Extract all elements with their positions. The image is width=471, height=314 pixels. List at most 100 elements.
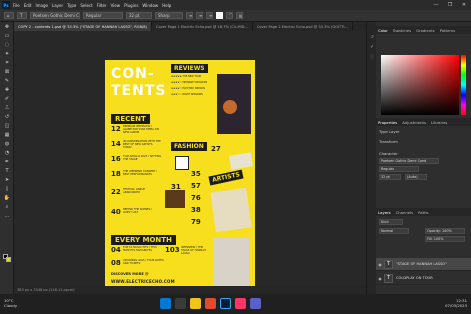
background-color[interactable] xyxy=(6,257,11,262)
more-tools-icon[interactable]: … xyxy=(0,211,14,220)
anti-alias-select[interactable]: Sharp xyxy=(155,12,183,19)
dodge-tool-icon[interactable]: ◔ xyxy=(0,148,14,157)
character-section[interactable]: Character xyxy=(379,151,398,156)
align-left-icon[interactable]: ≡ xyxy=(186,12,193,19)
tab-cover-page-2[interactable]: Cover Page 2 Electric Echo.psd @ 33.3% (… xyxy=(253,22,353,31)
character-font-select[interactable]: Poetsen Gothic Demi Cond xyxy=(379,158,439,164)
hue-slider[interactable] xyxy=(461,55,466,115)
tab-paths[interactable]: Paths xyxy=(418,210,428,215)
menu-plugins[interactable]: Plugins xyxy=(124,3,138,8)
blur-tool-icon[interactable]: ◍ xyxy=(0,139,14,148)
fill-input[interactable]: Fill: 100% xyxy=(425,236,465,242)
document-canvas[interactable]: CON- TENTS REVIEWS ★★★★★ THE NEW TOUR ★★… xyxy=(105,60,255,294)
pen-tool-icon[interactable]: ✒ xyxy=(0,157,14,166)
color-swatches[interactable] xyxy=(3,254,11,262)
system-tray[interactable]: 12:31 07/03/2023 xyxy=(445,298,467,308)
magic-wand-tool-icon[interactable]: ✦ xyxy=(0,49,14,58)
tab-properties[interactable]: Properties xyxy=(378,120,397,125)
type-tool-icon[interactable]: T xyxy=(17,12,27,19)
photoshop-taskbar-icon[interactable] xyxy=(220,298,231,309)
font-style-select[interactable]: Regular xyxy=(83,12,123,19)
menu-view[interactable]: View xyxy=(111,3,121,8)
marquee-tool-icon[interactable]: ▭ xyxy=(0,31,14,40)
history-icon[interactable]: ↺ xyxy=(369,34,375,40)
font-family-select[interactable]: Poetsen Gothic Demi C... xyxy=(30,12,80,19)
file-explorer-icon[interactable] xyxy=(190,298,201,309)
character-leading-input[interactable]: (Auto) xyxy=(405,174,427,180)
rectangle-tool-icon[interactable]: ▯ xyxy=(0,184,14,193)
hand-tool-icon[interactable]: ✋ xyxy=(0,193,14,202)
layer-name: "STAGE OF HANNAH LASSO" xyxy=(396,262,447,266)
menu-edit[interactable]: Edit xyxy=(24,3,32,8)
taskbar-apps xyxy=(160,298,265,309)
menu-type[interactable]: Type xyxy=(67,3,76,8)
tab-libraries[interactable]: Libraries xyxy=(431,120,447,125)
blend-mode-select[interactable]: Normal xyxy=(379,228,409,234)
move-tool-icon[interactable]: ✥ xyxy=(0,22,14,31)
color-picker-field[interactable] xyxy=(381,55,459,115)
transform-section[interactable]: Transform xyxy=(379,139,398,144)
brush-tool-icon[interactable]: ✐ xyxy=(0,94,14,103)
weather-widget[interactable]: 10°C Cloudy xyxy=(4,298,17,308)
zoom-tool-icon[interactable]: ⌕ xyxy=(0,202,14,211)
eye-icon[interactable]: ◉ xyxy=(376,262,384,267)
tab-swatches[interactable]: Swatches xyxy=(393,28,411,33)
chrome-icon[interactable] xyxy=(205,298,216,309)
entry-number: 22 xyxy=(111,188,121,196)
opacity-input[interactable]: Opacity: 100% xyxy=(425,228,465,234)
menu-select[interactable]: Select xyxy=(80,3,92,8)
tab-contents-doc[interactable]: COPY 2 - contents 1.psd @ 33.3% ("STAGE … xyxy=(14,22,152,31)
character-size-input[interactable]: 32 pt xyxy=(379,174,401,180)
path-selection-tool-icon[interactable]: ➤ xyxy=(0,175,14,184)
menu-layer[interactable]: Layer xyxy=(52,3,63,8)
maximize-button[interactable]: ❐ xyxy=(443,0,457,10)
indesign-taskbar-icon[interactable] xyxy=(235,298,246,309)
panel-icon-column: ↺ ✐ ⓘ xyxy=(367,22,376,294)
start-icon[interactable] xyxy=(160,298,171,309)
layer-row[interactable]: ◉ T "STAGE OF HANNAH LASSO" xyxy=(376,258,471,271)
tab-cover-page-1[interactable]: Cover Page 1 Electric Echo.psd @ 16.7% (… xyxy=(152,22,253,31)
character-panel-icon[interactable]: ▤ xyxy=(236,12,243,19)
close-button[interactable]: ✕ xyxy=(457,0,471,10)
eraser-tool-icon[interactable]: ◫ xyxy=(0,121,14,130)
menu-file[interactable]: File xyxy=(13,3,20,8)
warp-text-icon[interactable]: ⌒ xyxy=(226,12,233,19)
canvas-area[interactable]: CON- TENTS REVIEWS ★★★★★ THE NEW TOUR ★★… xyxy=(14,31,366,294)
brush-settings-icon[interactable]: ✐ xyxy=(369,44,375,50)
clone-stamp-tool-icon[interactable]: ⎍ xyxy=(0,103,14,112)
side-number: 57 xyxy=(191,182,201,190)
entry-number: 18 xyxy=(111,170,121,178)
eye-icon[interactable]: ◉ xyxy=(376,276,384,281)
healing-brush-tool-icon[interactable]: ✚ xyxy=(0,85,14,94)
teams-icon[interactable] xyxy=(250,298,261,309)
frame-tool-icon[interactable]: ⊠ xyxy=(0,67,14,76)
home-icon[interactable]: ⌂ xyxy=(4,12,14,19)
menu-image[interactable]: Image xyxy=(35,3,48,8)
font-size-select[interactable]: 32 pt xyxy=(126,12,152,19)
menu-filter[interactable]: Filter xyxy=(97,3,107,8)
eyedropper-tool-icon[interactable]: ✎ xyxy=(0,76,14,85)
tab-channels[interactable]: Channels xyxy=(396,210,414,215)
tab-adjustments[interactable]: Adjustments xyxy=(402,120,426,125)
search-icon[interactable] xyxy=(175,298,186,309)
layer-kind-filter[interactable]: Kind xyxy=(379,219,403,225)
tab-color[interactable]: Color xyxy=(378,28,388,33)
tab-gradients[interactable]: Gradients xyxy=(416,28,435,33)
align-right-icon[interactable]: ≡ xyxy=(206,12,213,19)
character-style-select[interactable]: Regular xyxy=(379,166,419,172)
tab-patterns[interactable]: Patterns xyxy=(440,28,456,33)
layer-row[interactable]: ◉ T COLDPLAY ON TOUR xyxy=(376,272,471,285)
info-icon[interactable]: ⓘ xyxy=(369,54,375,60)
align-center-icon[interactable]: ≡ xyxy=(196,12,203,19)
gradient-tool-icon[interactable]: ▦ xyxy=(0,130,14,139)
type-tool-icon[interactable]: T xyxy=(0,166,14,175)
menu-window[interactable]: Window xyxy=(142,3,158,8)
lasso-tool-icon[interactable]: ◌ xyxy=(0,40,14,49)
history-brush-tool-icon[interactable]: ↺ xyxy=(0,112,14,121)
text-color-swatch[interactable] xyxy=(216,12,223,19)
tab-layers[interactable]: Layers xyxy=(378,210,391,215)
minimize-button[interactable]: — xyxy=(429,0,443,10)
crop-tool-icon[interactable]: ⌗ xyxy=(0,58,14,67)
menu-help[interactable]: Help xyxy=(162,3,171,8)
side-number: 38 xyxy=(191,206,201,214)
